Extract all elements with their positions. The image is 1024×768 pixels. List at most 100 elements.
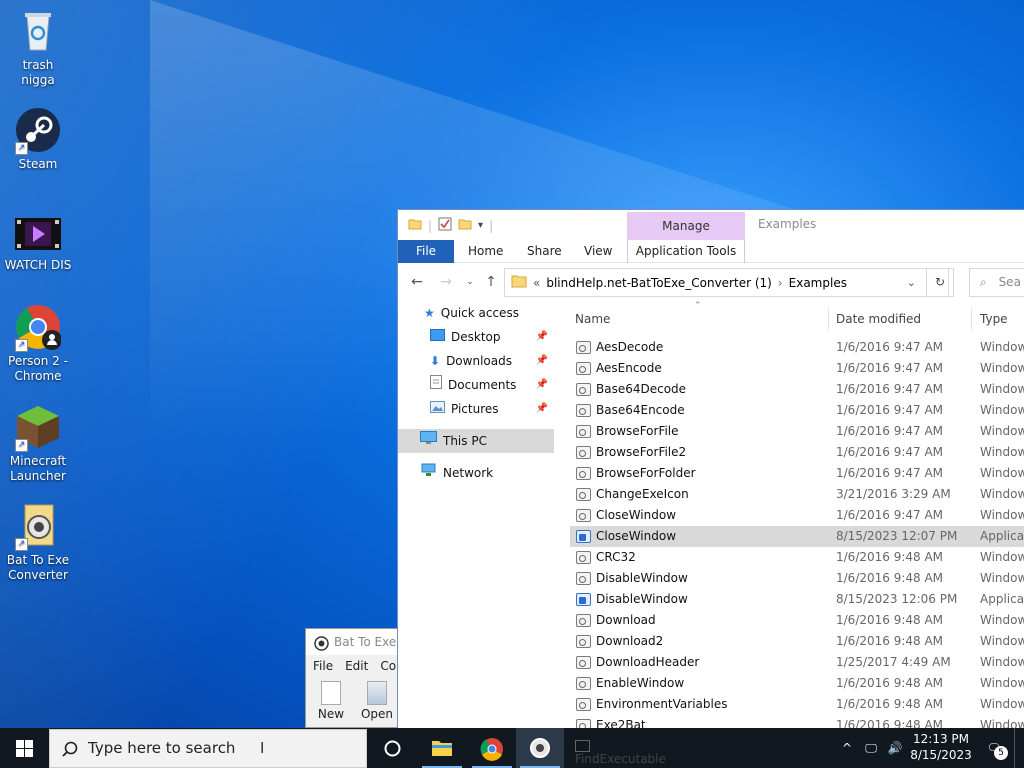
pin-icon: 📌 [535,379,548,390]
tab-application-tools[interactable]: Application Tools [627,240,745,263]
recent-locations-chevron-icon[interactable]: ⌄ [459,271,481,293]
video-file-icon [15,214,61,254]
file-date: 1/6/2016 9:47 AM [836,403,944,417]
navigation-pane: ★ Quick access Desktop 📌 ⬇ Downloads 📌 D… [398,301,556,729]
column-header-type[interactable]: Type [980,301,1008,337]
breadcrumb-overflow[interactable]: « [533,276,540,290]
breadcrumb-current[interactable]: Examples [789,276,847,290]
table-row[interactable]: DownloadHeader 1/25/2017 4:49 AM Window [570,652,1024,673]
file-type: Window [980,403,1024,417]
desktop-icon-minecraft[interactable]: ↗ Minecraft Launcher [4,404,72,484]
column-header-name[interactable]: Name [575,301,610,337]
folder-icon[interactable] [408,217,422,234]
task-view-button[interactable] [368,728,416,768]
volume-icon[interactable]: 🔊 [884,728,906,768]
table-row[interactable]: EnableWindow 1/6/2016 9:48 AM Window [570,673,1024,694]
column-header-date[interactable]: Date modified [836,301,921,337]
clock[interactable]: 12:13 PM 8/15/2023 [910,728,972,768]
tab-file[interactable]: File [398,240,454,263]
file-type: Window [980,487,1024,501]
start-button[interactable] [0,728,48,768]
customize-qat-icon[interactable]: ▾ [478,220,483,231]
bat-window-menubar: File Edit Cor [306,655,401,677]
nav-this-pc[interactable]: This PC [398,429,554,453]
search-input[interactable]: ⌕ Sea [969,268,1024,297]
show-hidden-icons-button[interactable]: ^ [838,728,856,768]
table-row[interactable]: CloseWindow 8/15/2023 12:07 PM Applicat [570,526,1024,547]
nav-pictures[interactable]: Pictures 📌 [398,397,554,421]
nav-quick-access[interactable]: ★ Quick access [398,301,554,325]
nav-documents[interactable]: Documents 📌 [398,373,554,397]
back-arrow-icon[interactable]: ← [406,271,428,293]
table-row[interactable]: AesEncode 1/6/2016 9:47 AM Window [570,358,1024,379]
taskbar-search-input[interactable]: Type here to search I [49,729,367,768]
file-name: EnableWindow [596,676,685,690]
table-row[interactable]: ChangeExeIcon 3/21/2016 3:29 AM Window [570,484,1024,505]
table-row[interactable]: AesDecode 1/6/2016 9:47 AM Window [570,337,1024,358]
tab-share[interactable]: Share [527,240,562,263]
menu-file[interactable]: File [313,655,333,677]
tab-manage[interactable]: Manage [627,212,745,240]
notification-center-button[interactable]: 🗨 5 [980,728,1008,768]
file-list: ⌃ Name Date modified Type AesDecode 1/6/2… [570,301,1024,729]
table-row[interactable]: BrowseForFolder 1/6/2016 9:47 AM Window [570,463,1024,484]
nav-downloads[interactable]: ⬇ Downloads 📌 [398,349,554,373]
pictures-icon [430,397,445,421]
file-type: Window [980,718,1024,729]
quick-access-toolbar: | ▾ | [408,217,493,234]
tab-home[interactable]: Home [468,240,503,263]
properties-icon[interactable] [438,217,452,234]
open-button[interactable]: Open [356,681,398,721]
up-arrow-icon[interactable]: ↑ [480,271,502,293]
computer-icon [420,429,437,453]
breadcrumb-parent[interactable]: blindHelp.net-BatToExe_Converter (1) [546,276,771,290]
forward-arrow-icon[interactable]: → [435,271,457,293]
table-row[interactable]: Download 1/6/2016 9:48 AM Window [570,610,1024,631]
file-type: Window [980,382,1024,396]
search-icon: ⌕ [980,275,987,289]
table-row[interactable]: Download2 1/6/2016 9:48 AM Window [570,631,1024,652]
desktop-icon-steam[interactable]: ↗ Steam [4,107,72,172]
network-tray-icon[interactable]: 🖵 [860,728,882,768]
file-name: Download2 [596,634,664,648]
taskbar-file-explorer[interactable] [418,728,466,768]
table-row[interactable]: CloseWindow 1/6/2016 9:47 AM Window [570,505,1024,526]
table-row[interactable]: CRC32 1/6/2016 9:48 AM Window [570,547,1024,568]
new-folder-icon[interactable] [458,217,472,234]
bat-to-exe-window[interactable]: Bat To Exe C File Edit Cor New Open [305,628,401,728]
table-row[interactable]: DisableWindow 8/15/2023 12:06 PM Applicat [570,589,1024,610]
menu-edit[interactable]: Edit [345,655,368,677]
file-explorer-window[interactable]: | ▾ | Manage Examples File Home Share Vi… [397,209,1024,729]
file-name: AesEncode [596,361,662,375]
table-row[interactable]: BrowseForFile 1/6/2016 9:47 AM Window [570,421,1024,442]
chrome-icon: ↗ [15,304,62,352]
tab-view[interactable]: View [584,240,612,263]
desktop-icon-label: Steam [18,157,58,171]
address-bar[interactable]: « blindHelp.net-BatToExe_Converter (1) ›… [504,268,949,297]
address-dropdown-icon[interactable]: ⌄ [907,276,916,289]
taskbar-bat-to-exe[interactable] [516,728,564,768]
refresh-button[interactable]: ↻ [926,268,954,297]
desktop-icon-chrome[interactable]: ↗ Person 2 - Chrome [4,304,72,384]
script-file-icon [576,383,591,396]
desktop-icon-video[interactable]: WATCH DIS [4,214,72,273]
table-row[interactable]: DisableWindow 1/6/2016 9:48 AM Window [570,568,1024,589]
new-button[interactable]: New [310,681,352,721]
table-row[interactable]: Exe2Bat 1/6/2016 9:48 AM Window [570,715,1024,729]
table-row[interactable]: EnvironmentVariables 1/6/2016 9:48 AM Wind… [570,694,1024,715]
table-row[interactable]: Base64Encode 1/6/2016 9:47 AM Window [570,400,1024,421]
nav-desktop[interactable]: Desktop 📌 [398,325,554,349]
file-name: BrowseForFolder [596,466,696,480]
file-date: 1/6/2016 9:47 AM [836,445,944,459]
nav-label: Network [443,466,494,480]
show-desktop-button[interactable] [1014,728,1024,768]
nav-network[interactable]: Network [398,461,554,485]
table-row[interactable]: BrowseForFile2 1/6/2016 9:47 AM Window [570,442,1024,463]
desktop-icon-recycle-bin[interactable]: trash nigga [4,8,72,88]
desktop-icon-bat-to-exe[interactable]: ↗ Bat To Exe Converter [4,503,72,583]
bat-window-titlebar[interactable]: Bat To Exe C [306,629,399,655]
taskbar-chrome[interactable] [468,728,516,768]
explorer-titlebar[interactable]: | ▾ | Manage Examples [398,210,1024,240]
steam-icon: ↗ [15,107,61,155]
table-row[interactable]: Base64Decode 1/6/2016 9:47 AM Window [570,379,1024,400]
